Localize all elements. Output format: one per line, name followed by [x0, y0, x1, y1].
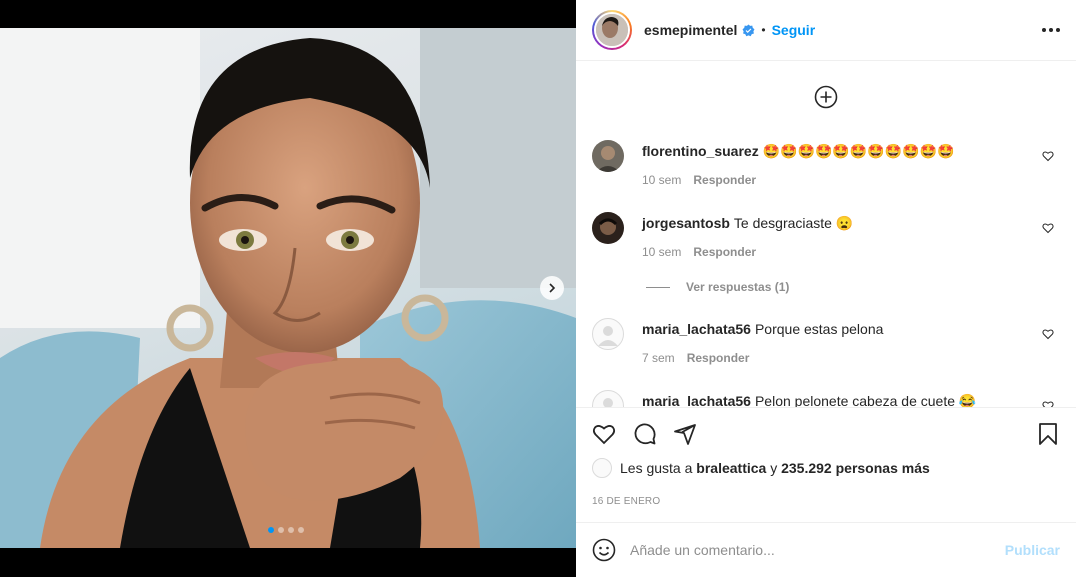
emoji-icon[interactable]: [592, 538, 616, 562]
replies-divider: [646, 286, 670, 288]
load-more-comments-icon[interactable]: [814, 85, 838, 109]
post-actions-bar: [576, 407, 1076, 463]
commenter-avatar[interactable]: [592, 140, 624, 172]
like-heart-icon[interactable]: [592, 422, 616, 446]
reply-button[interactable]: Responder: [687, 351, 750, 365]
comment-text: Te desgraciaste 😦: [733, 215, 854, 231]
follow-button[interactable]: Seguir: [772, 22, 816, 38]
comment-like-heart-icon[interactable]: [1042, 328, 1054, 340]
view-replies-button[interactable]: Ver respuestas (1): [646, 280, 789, 294]
comment-text: 🤩🤩🤩🤩🤩🤩🤩🤩🤩🤩🤩: [762, 143, 955, 159]
commenter-avatar[interactable]: [592, 212, 624, 244]
carousel-dot: [298, 527, 304, 533]
view-replies-label: Ver respuestas (1): [686, 280, 790, 294]
commenter-avatar[interactable]: [592, 390, 624, 407]
commenter-username[interactable]: maria_lachata56: [642, 321, 751, 337]
share-send-icon[interactable]: [673, 422, 697, 446]
comment-text: Pelon pelonete cabeza de cuete 😂: [754, 393, 977, 407]
add-comment-bar: Publicar: [576, 522, 1076, 577]
comments-list[interactable]: florentino_suarez 🤩🤩🤩🤩🤩🤩🤩🤩🤩🤩🤩 10 sem Respo…: [576, 61, 1076, 407]
publish-button[interactable]: Publicar: [1005, 542, 1060, 558]
post-photo[interactable]: [0, 28, 576, 548]
comment-input[interactable]: [630, 542, 990, 558]
comment-like-heart-icon[interactable]: [1042, 400, 1054, 407]
post-media: [0, 0, 576, 577]
author-avatar[interactable]: [592, 10, 632, 50]
commenter-username[interactable]: jorgesantosb: [642, 215, 730, 231]
likes-joiner: y: [770, 460, 778, 476]
carousel-dot: [278, 527, 284, 533]
comment-like-heart-icon[interactable]: [1042, 222, 1054, 234]
commenter-username[interactable]: maria_lachata56: [642, 393, 751, 407]
save-bookmark-icon[interactable]: [1036, 422, 1060, 446]
header-separator: •: [761, 23, 766, 37]
likes-count[interactable]: 235.292 personas más: [781, 460, 930, 476]
chevron-right-icon: [549, 283, 556, 293]
reply-button[interactable]: Responder: [693, 173, 756, 187]
carousel-dot: [288, 527, 294, 533]
post-header: esmepimentel • Seguir: [576, 0, 1076, 61]
comment-like-heart-icon[interactable]: [1042, 150, 1054, 162]
commenter-avatar[interactable]: [592, 318, 624, 350]
carousel-dot: [268, 527, 274, 533]
comment-time[interactable]: 10 sem: [642, 173, 681, 187]
comment-bubble-icon[interactable]: [633, 422, 657, 446]
reply-button[interactable]: Responder: [693, 245, 756, 259]
verified-badge-icon: [742, 24, 755, 37]
carousel-indicator: [268, 527, 304, 533]
post-side-panel: esmepimentel • Seguir florentino_suarez 🤩…: [576, 0, 1076, 577]
next-photo-button[interactable]: [540, 276, 564, 300]
comment-time[interactable]: 7 sem: [642, 351, 675, 365]
liker-username[interactable]: braleattica: [696, 460, 766, 476]
commenter-username[interactable]: florentino_suarez: [642, 143, 759, 159]
author-username[interactable]: esmepimentel: [644, 22, 737, 38]
liker-avatar[interactable]: [592, 458, 612, 478]
likes-summary: Les gusta a braleattica y 235.292 person…: [592, 458, 930, 478]
comment-time[interactable]: 10 sem: [642, 245, 681, 259]
more-options-icon[interactable]: [1042, 20, 1060, 40]
comment-text: Porque estas pelona: [754, 321, 884, 337]
post-date[interactable]: 16 DE ENERO: [592, 496, 660, 507]
likes-prefix: Les gusta a: [620, 460, 693, 476]
